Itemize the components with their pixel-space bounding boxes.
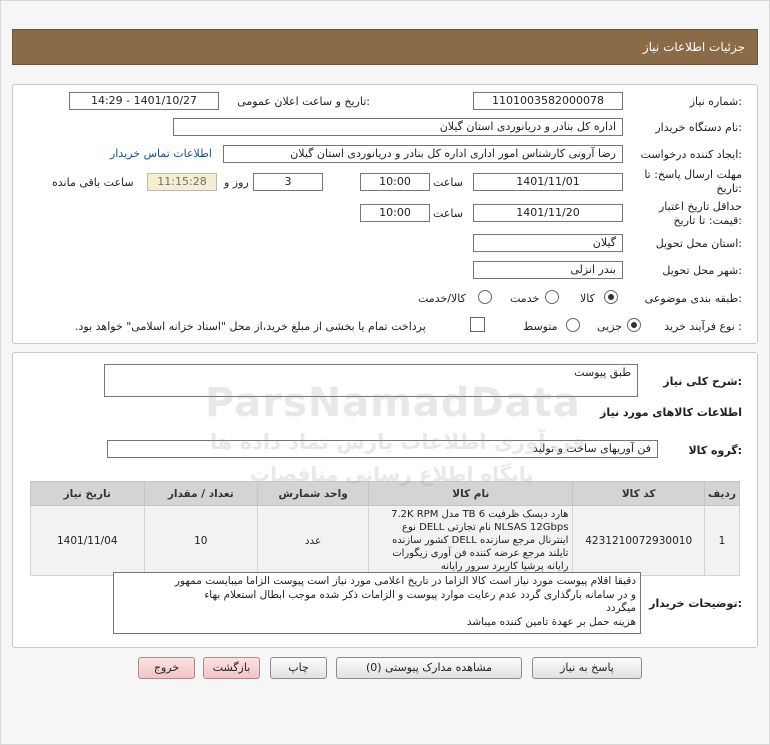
remaining-time-field: 11:15:28 [147,173,217,191]
city-label: شهر محل تحویل: [662,264,742,277]
exit-button[interactable]: خروج [138,657,195,679]
summary-label: شرح کلی نیاز: [663,375,742,388]
buyer-label: نام دستگاه خریدار: [655,121,742,134]
buyer-notes-line: میگردد [606,602,636,614]
validity-date-field: 1401/11/20 [473,204,623,222]
validity-label-2: قیمت: تا تاریخ: [673,214,742,227]
category-both-radio[interactable] [478,290,492,304]
buyer-field: اداره کل بنادر و دریانوردی استان گیلان [173,118,623,136]
row-date: 1401/11/04 [30,505,145,576]
category-goods-radio[interactable] [604,290,618,304]
category-label: طبقه بندی موضوعی: [644,292,742,305]
category-service-radio[interactable] [545,290,559,304]
view-attachments-button[interactable]: مشاهده مدارک پیوستی (0) [336,657,522,679]
treasury-payment-checkbox[interactable] [470,317,485,332]
group-label: گروه کالا: [688,444,742,457]
remaining-time-label: ساعت باقی مانده [52,176,134,189]
treasury-payment-note: پرداخت تمام یا بخشی از مبلغ خرید،از محل … [75,320,426,333]
deadline-label: مهلت ارسال پاسخ: تا [644,168,742,181]
page-title: جزئیات اطلاعات نیاز [642,40,745,54]
process-medium-radio[interactable] [566,318,580,332]
buyer-notes-line: دقیقا اقلام پیوست مورد نیاز است کالا الز… [174,575,636,587]
deadline-time-label: ساعت [433,176,463,189]
buyer-notes-field: دقیقا اقلام پیوست مورد نیاز است کالا الز… [113,572,641,634]
city-field: بندر انزلی [473,261,623,279]
back-button[interactable]: بازگشت [203,657,260,679]
province-field: گیلان [473,234,623,252]
announce-date-label: تاریخ و ساعت اعلان عمومی: [237,95,370,108]
process-label: نوع فرآیند خرید : [664,320,742,333]
need-number-label: شماره نیاز: [689,95,742,108]
summary-field: طبق پیوست [104,364,638,397]
days-label: روز و [224,176,249,189]
print-button[interactable]: چاپ [270,657,327,679]
process-minor-label: جزیی [597,320,623,333]
items-table: ردیف کد کالا نام کالا واحد شمارش تعداد /… [30,481,741,576]
col-code-header: کد کالا [572,481,705,506]
announce-date-field: 1401/10/27 - 14:29 [69,92,219,110]
items-section-title: اطلاعات کالاهای مورد نیاز [600,406,742,419]
category-both-label: کالا/خدمت [418,292,466,305]
category-service-label: خدمت [510,292,540,305]
process-minor-radio[interactable] [627,318,641,332]
validity-time-label: ساعت [433,207,463,220]
table-row: 1 4231210072930010 هارد دیسک ظرفیت 6 TB … [30,505,741,576]
validity-time-field: 10:00 [360,204,430,222]
creator-label: ایجاد کننده درخواست: [640,148,742,161]
days-remaining-field: 3 [253,173,323,191]
col-quantity-header: تعداد / مقدار [143,481,259,506]
need-number-field: 1101003582000078 [473,92,623,110]
deadline-time-field: 10:00 [360,173,430,191]
col-index-header: ردیف [703,481,741,506]
row-index: 1 [703,505,741,576]
category-goods-label: کالا [580,292,595,305]
deadline-date-field: 1401/11/01 [473,173,623,191]
contact-info-link[interactable]: اطلاعات تماس خریدار [110,147,212,160]
process-medium-label: متوسط [523,320,558,333]
deadline-label-2: تاریخ: [716,182,742,195]
page-header: جزئیات اطلاعات نیاز [12,29,758,65]
buyer-notes-line: و در سامانه بارگذاری گردد عدم رعایت موار… [204,588,636,601]
province-label: استان محل تحویل: [655,237,742,250]
row-unit: عدد [256,505,370,576]
group-field: فن آوریهای ساخت و تولید [107,440,658,458]
col-name-header: نام کالا [368,481,574,506]
table-header-row: ردیف کد کالا نام کالا واحد شمارش تعداد /… [30,481,741,506]
col-unit-header: واحد شمارش [256,481,370,506]
buyer-notes-label: توضیحات خریدار: [649,597,742,610]
validity-label: حداقل تاریخ اعتبار [658,200,742,213]
row-name: هارد دیسک ظرفیت 6 TB مدل 7.2K RPM NLSAS … [368,505,574,576]
row-code: 4231210072930010 [572,505,705,576]
buyer-notes-line: هزینه حمل بر عهدة تامین کننده میباشد [466,615,636,628]
row-quantity: 10 [143,505,259,576]
creator-field: رضا آرونی کارشناس امور اداری اداره کل بن… [223,145,623,163]
col-date-header: تاریخ نیاز [30,481,145,506]
reply-button[interactable]: پاسخ به نیاز [532,657,642,679]
